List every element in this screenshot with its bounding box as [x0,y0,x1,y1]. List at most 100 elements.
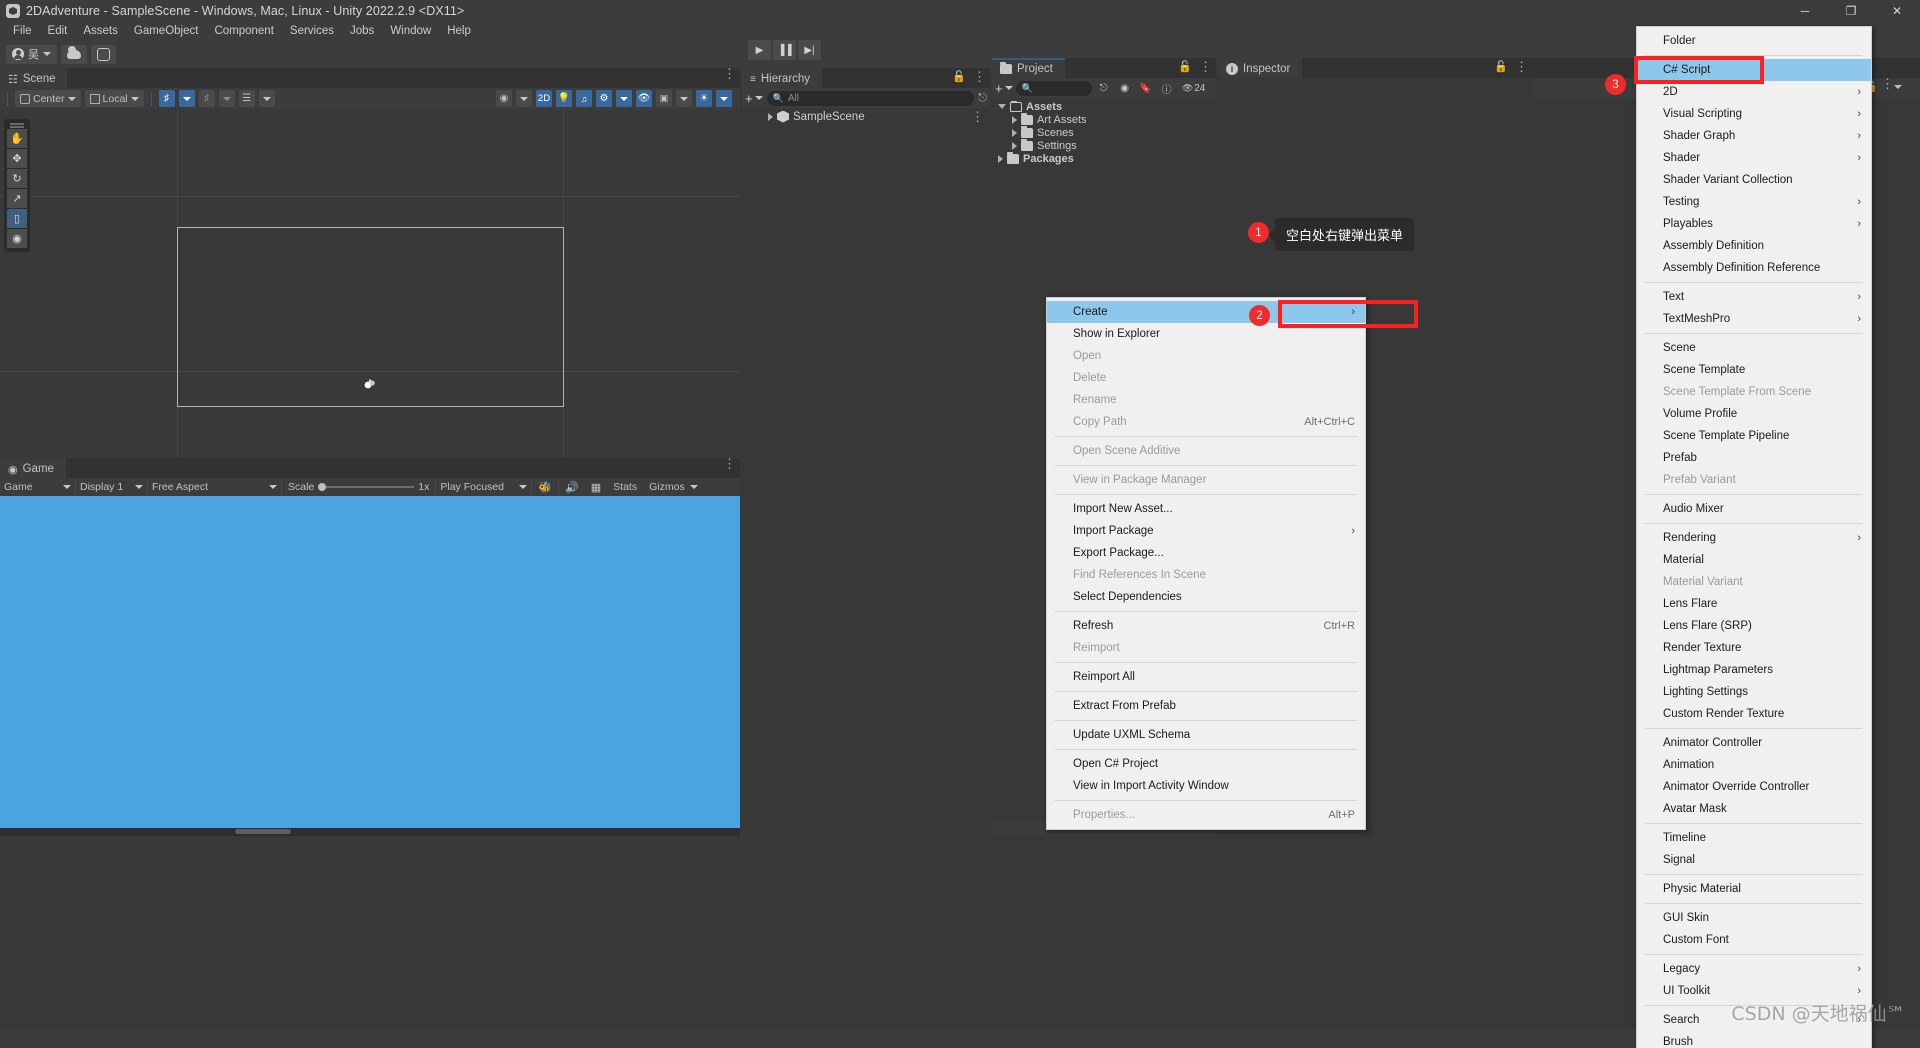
camera-settings-dropdown[interactable] [676,90,692,107]
menu-assets[interactable]: Assets [75,24,126,38]
ctx-show-in-explorer[interactable]: Show in Explorer [1047,323,1365,345]
minimize-button[interactable]: ─ [1782,0,1828,22]
project-row-packages[interactable]: Packages [992,151,1216,165]
filter-by-type-button[interactable]: ◉ [1116,80,1134,96]
sub-prefab[interactable]: Prefab [1637,447,1871,469]
expand-arrow-icon[interactable] [1012,128,1017,137]
create-asset-button[interactable]: + [995,81,1013,96]
cloud-button[interactable] [61,44,87,64]
filter-by-warning-button[interactable]: ⓘ [1158,80,1176,96]
grid-visibility-toggle[interactable]: ☰ [238,90,255,107]
scene-menu-icon[interactable]: ⋮ [723,67,736,80]
sub-lighting-settings[interactable]: Lighting Settings [1637,681,1871,703]
expand-arrow-icon[interactable] [1012,141,1017,150]
game-viewport[interactable] [0,496,740,836]
sub-gui-skin[interactable]: GUI Skin [1637,907,1871,929]
sub-visual-scripting[interactable]: Visual Scripting › [1637,103,1871,125]
sub-render-texture[interactable]: Render Texture [1637,637,1871,659]
account-button[interactable]: 吴 [6,44,57,64]
expand-arrow-icon[interactable] [768,112,773,121]
sub-brush[interactable]: Brush [1637,1031,1871,1048]
expand-arrow-icon[interactable] [1012,115,1017,124]
scale-slider-group[interactable]: Scale 1x [282,479,437,495]
project-row-assets[interactable]: Assets [992,100,1216,113]
play-button[interactable]: ▶ [748,40,771,60]
display-dropdown[interactable]: Display 1 [76,479,148,495]
tab-project[interactable]: Project [992,58,1065,78]
scale-slider[interactable] [318,483,415,491]
menu-gameobject[interactable]: GameObject [126,24,207,38]
menu-services[interactable]: Services [282,24,342,38]
game-gizmos-grid-button[interactable]: ▦ [585,479,607,495]
inspector-menu-icon[interactable]: ⋮ [1515,60,1528,73]
ctx-export-package[interactable]: Export Package... [1047,542,1365,564]
menu-window[interactable]: Window [382,24,439,38]
ctx-reimport-all[interactable]: Reimport All [1047,666,1365,688]
sub-scene-template-pipeline[interactable]: Scene Template Pipeline [1637,425,1871,447]
hierarchy-row-samplescene[interactable]: SampleScene ⋮ [742,108,990,125]
hierarchy-menu-icon[interactable]: ⋮ [973,70,986,83]
scale-slider-knob[interactable] [318,483,327,491]
toggle-2d-button[interactable]: 2D [536,90,552,107]
grid-visibility-dropdown[interactable] [258,90,275,107]
sub-legacy[interactable]: Legacy › [1637,958,1871,980]
project-search-input[interactable]: 🔍 [1015,80,1092,96]
sub-testing[interactable]: Testing › [1637,191,1871,213]
snap-increment-toggle[interactable]: ♯ [198,90,215,107]
step-button[interactable]: ▶| [798,40,821,60]
sub-animator-controller[interactable]: Animator Controller [1637,732,1871,754]
project-row-art-assets[interactable]: Art Assets [992,112,1216,126]
create-gameobject-button[interactable]: + [745,91,763,106]
target-display-dropdown[interactable]: Game [0,479,76,495]
sub-2d[interactable]: 2D › [1637,81,1871,103]
sub-assembly-definition[interactable]: Assembly Definition [1637,235,1871,257]
scale-tool-button[interactable]: ↗ [7,189,27,208]
sub-timeline[interactable]: Timeline [1637,827,1871,849]
sub-lightmap-parameters[interactable]: Lightmap Parameters [1637,659,1871,681]
right-menu-icon[interactable]: ⋮ [1881,77,1894,90]
maximize-button[interactable]: ❐ [1828,0,1874,22]
lock-icon[interactable]: 🔓 [1494,60,1508,73]
ctx-extract-from-prefab[interactable]: Extract From Prefab [1047,695,1365,717]
collab-button[interactable] [91,44,116,64]
sub-lens-flare[interactable]: Lens Flare [1637,593,1871,615]
hand-tool-button[interactable]: ✋ [7,129,27,148]
sub-playables[interactable]: Playables › [1637,213,1871,235]
ctx-view-in-import-activity-window[interactable]: View in Import Activity Window [1047,775,1365,797]
project-row-settings[interactable]: Settings [992,138,1216,152]
expand-arrow-icon[interactable] [998,104,1006,109]
sub-signal[interactable]: Signal [1637,849,1871,871]
scene-viewport[interactable]: ✋ ✥ ↻ ↗ ▯ ◉ [0,109,740,458]
lock-icon[interactable]: 🔓 [1178,60,1192,73]
audio-toggle[interactable]: ♫ [576,90,592,107]
gizmos-button[interactable]: Gizmos [643,479,704,495]
sub-shader[interactable]: Shader › [1637,147,1871,169]
hidden-packages-button[interactable]: 👁 24 [1179,80,1209,96]
pause-button[interactable]: ▐▐ [773,40,796,60]
transform-tool-button[interactable]: ◉ [7,229,27,248]
ctx-select-dependencies[interactable]: Select Dependencies [1047,586,1365,608]
ctx-import-new-asset[interactable]: Import New Asset... [1047,498,1365,520]
ctx-import-package[interactable]: Import Package › [1047,520,1365,542]
filter-by-label-button[interactable]: 🔖 [1137,80,1155,96]
fx-dropdown[interactable] [616,90,632,107]
tab-game[interactable]: ◉ Game [0,458,66,478]
play-mode-dropdown[interactable]: Play Focused [436,479,533,495]
sub-physic-material[interactable]: Physic Material [1637,878,1871,900]
sub-audio-mixer[interactable]: Audio Mixer [1637,498,1871,520]
audio-mute-button[interactable]: 🔊 [559,479,585,495]
expand-arrow-icon[interactable] [998,154,1003,163]
hierarchy-search-input[interactable]: 🔍 All [766,90,975,106]
sub-text[interactable]: Text › [1637,286,1871,308]
game-scrollbar-thumb[interactable] [235,829,291,834]
gizmos-toggle[interactable]: ☀ [696,90,712,107]
stats-button[interactable]: Stats [607,479,643,495]
scene-view-options-button[interactable]: ◉ [496,90,512,107]
search-mode-button[interactable]: ⎋ [1095,80,1113,96]
grid-snap-dropdown[interactable] [178,90,195,107]
sub-animator-override-controller[interactable]: Animator Override Controller [1637,776,1871,798]
sub-custom-font[interactable]: Custom Font [1637,929,1871,951]
fx-toggle[interactable]: ⚙ [596,90,612,107]
close-button[interactable]: ✕ [1874,0,1920,22]
menu-help[interactable]: Help [439,24,479,38]
